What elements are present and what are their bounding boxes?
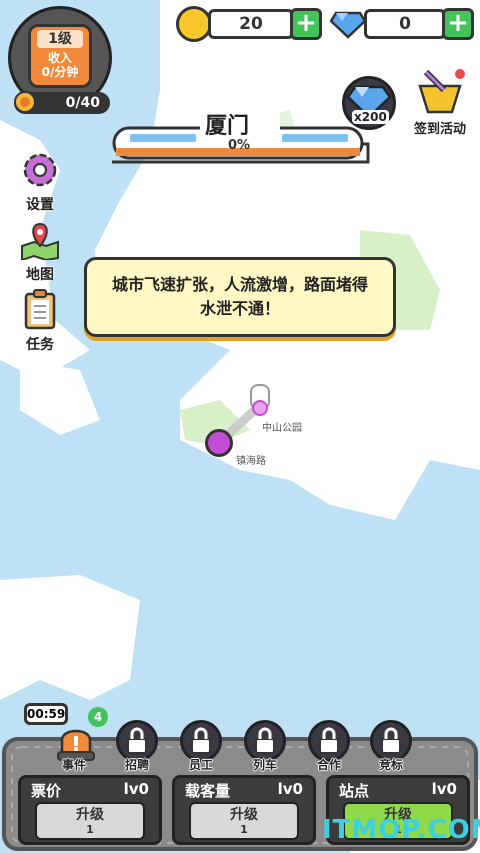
gem-icon — [330, 11, 366, 39]
upgrade-button[interactable]: 升级 1 — [35, 802, 145, 840]
lock-icon — [255, 727, 275, 754]
round-label-2: 列车 — [252, 758, 277, 772]
tasks-label: 任务 — [26, 337, 54, 353]
upgrade-cost: 1 — [240, 823, 248, 836]
story-dialog[interactable]: 城市飞速扩张，人流激增，路面堵得水泄不通！ — [84, 257, 396, 337]
settings-button[interactable]: 设置 — [14, 150, 66, 214]
panel-title: 载客量 — [185, 782, 231, 800]
upgrade-label: 升级 — [76, 807, 104, 823]
round-label-4: 竞标 — [378, 758, 403, 772]
checkin-label: 签到活动 — [413, 122, 466, 137]
gear-icon — [23, 153, 57, 187]
gem-count: 0 — [364, 9, 446, 39]
add-gems-button[interactable]: + — [442, 8, 474, 40]
lock-icon — [127, 727, 147, 754]
panel-level: lv0 — [123, 780, 149, 798]
checkin-icon — [418, 69, 465, 114]
map-button[interactable]: 地图 — [14, 220, 66, 284]
round-label-0: 招聘 — [124, 758, 149, 772]
city-progress: 0% — [228, 138, 251, 153]
level-label: 1级 — [37, 30, 83, 48]
capacity-panel: 载客量 lv0 升级 1 — [172, 775, 316, 845]
upgrade-label: 升级 — [230, 807, 258, 823]
event-label: 事件 — [61, 758, 86, 772]
watermark: ITMOP.COM — [322, 815, 480, 845]
tasks-button[interactable]: 任务 — [14, 288, 66, 354]
panel-level: lv0 — [277, 780, 303, 798]
upgrade-button[interactable]: 升级 1 — [189, 802, 299, 840]
gem-reward-label: x200 — [352, 110, 389, 124]
coin-count: 20 — [208, 9, 294, 39]
income-rate: 0/分钟 — [41, 65, 79, 79]
station-label-b: 镇海路 — [236, 456, 266, 467]
map-icon — [21, 222, 59, 262]
station-zhenhai[interactable] — [205, 429, 233, 457]
medal-icon — [14, 91, 36, 113]
lock-icon — [191, 727, 211, 754]
settings-label: 设置 — [26, 197, 54, 213]
lock-icon — [319, 727, 339, 754]
upgrade-cost: 1 — [86, 823, 94, 836]
round-label-1: 员工 — [188, 758, 213, 772]
ticket-price-panel: 票价 lv0 升级 1 — [18, 775, 162, 845]
panel-level: lv0 — [431, 780, 457, 798]
checkin-button[interactable]: 签到活动 — [408, 66, 472, 137]
station-label-a: 中山公园 — [262, 423, 302, 434]
round-label-3: 合作 — [316, 758, 341, 772]
panel-title: 站点 — [339, 782, 370, 800]
dialog-text: 城市飞速扩张，人流激增，路面堵得水泄不通！ — [111, 275, 368, 318]
clipboard-icon — [24, 289, 56, 330]
add-coins-button[interactable]: + — [290, 8, 322, 40]
lock-icon — [381, 727, 401, 754]
panel-title: 票价 — [31, 782, 62, 800]
income-label: 收入 — [47, 51, 72, 65]
city-name: 厦门 — [205, 114, 250, 139]
station-zhongshan[interactable] — [252, 400, 268, 416]
map-label: 地图 — [26, 267, 54, 283]
coin-icon — [176, 6, 212, 42]
level-card[interactable]: 1级 收入 0/分钟 — [28, 24, 92, 88]
